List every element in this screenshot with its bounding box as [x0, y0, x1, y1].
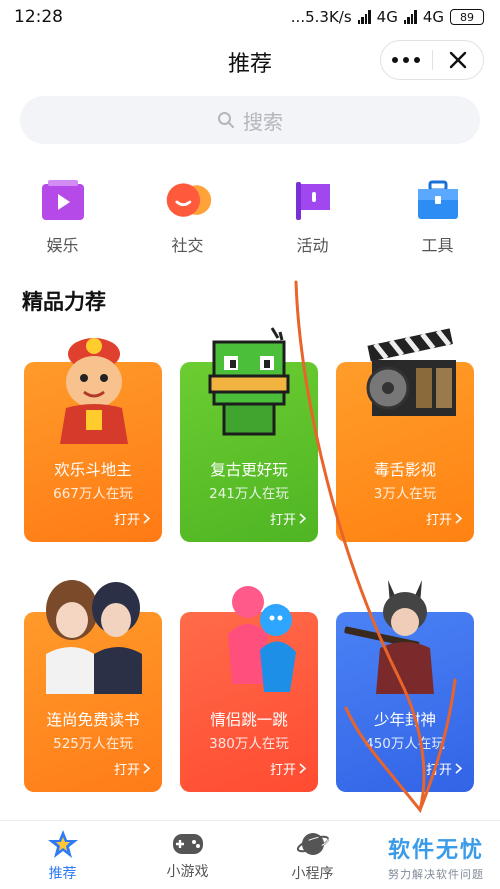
category-label: 工具 — [421, 236, 454, 255]
card-title: 欢乐斗地主 — [54, 461, 132, 479]
category-tools[interactable]: 工具 — [375, 178, 500, 256]
signal-icon — [403, 10, 417, 24]
toolbox-icon — [413, 178, 463, 224]
mini-program-card[interactable]: 连尚免费读书 525万人在玩 打开 — [24, 580, 162, 792]
section-title: 精品力荐 — [22, 290, 106, 314]
chevron-right-icon — [143, 513, 150, 524]
more-button[interactable] — [381, 41, 432, 79]
search-placeholder: 搜索 — [243, 109, 283, 134]
status-bar: 12:28 ...5.3K/s 4G 4G 89 — [0, 0, 500, 34]
card-title: 情侣跳一跳 — [210, 711, 288, 729]
open-label: 打开 — [269, 513, 296, 528]
card-players: 380万人在玩 — [209, 736, 289, 752]
tab-label: 推荐 — [48, 866, 77, 882]
card-players: 241万人在玩 — [209, 486, 289, 502]
tab-mini-games[interactable]: 小游戏 — [125, 821, 250, 889]
category-label: 活动 — [296, 236, 329, 255]
mini-program-card[interactable]: 毒舌影视 3万人在玩 打开 — [336, 328, 474, 542]
search-icon — [218, 112, 234, 128]
mini-program-card[interactable]: 情侣跳一跳 380万人在玩 打开 — [180, 586, 318, 792]
open-button[interactable]: 打开 — [270, 759, 306, 778]
category-social[interactable]: 社交 — [125, 178, 250, 256]
network-speed: ...5.3K/s — [290, 8, 352, 26]
chevron-right-icon — [455, 763, 462, 774]
category-label: 社交 — [171, 236, 204, 255]
tab-mini-programs[interactable]: 小程序 — [250, 821, 375, 889]
anime-couple-image — [46, 580, 142, 694]
card-title: 少年封神 — [373, 711, 436, 729]
category-label: 娱乐 — [46, 236, 79, 255]
star-icon — [47, 830, 78, 858]
flag-icon — [288, 178, 338, 224]
capsule-menu — [380, 40, 484, 80]
chat-bubble-icon — [163, 178, 213, 224]
card-title: 毒舌影视 — [373, 461, 436, 479]
status-indicators: ...5.3K/s 4G 4G 89 — [291, 8, 484, 26]
more-dot — [414, 57, 421, 63]
soldier-character-image — [344, 580, 434, 694]
signal-icon — [357, 10, 371, 24]
open-label: 打开 — [425, 763, 452, 778]
battery-icon: 89 — [450, 9, 484, 25]
card-players: 667万人在玩 — [53, 486, 133, 502]
open-button[interactable]: 打开 — [270, 509, 306, 528]
watermark-logo: 软件无忧 努力解决软件问题 — [388, 832, 484, 882]
planet-icon — [296, 833, 329, 855]
film-clapper-image — [366, 328, 456, 416]
chevron-right-icon — [299, 513, 306, 524]
pixel-duck-image — [208, 327, 290, 436]
watermark-sub: 努力解决软件问题 — [388, 868, 484, 881]
mini-program-card[interactable]: 少年封神 450万人在玩 打开 — [336, 580, 474, 792]
jelly-figures-image — [228, 586, 296, 692]
gamepad-icon — [172, 834, 203, 854]
play-icon — [38, 178, 88, 224]
open-button[interactable]: 打开 — [426, 509, 462, 528]
close-button[interactable] — [433, 41, 484, 79]
page: 12:28 ...5.3K/s 4G 4G 89 推荐 搜索 娱乐 社交 活动 … — [0, 0, 500, 889]
title-bar: 推荐 — [0, 38, 500, 84]
card-players: 525万人在玩 — [53, 736, 133, 752]
card-players: 3万人在玩 — [373, 486, 437, 502]
open-label: 打开 — [425, 513, 452, 528]
battery-level: 89 — [460, 10, 474, 24]
chevron-right-icon — [455, 513, 462, 524]
card-players: 450万人在玩 — [365, 736, 445, 752]
open-label: 打开 — [113, 513, 140, 528]
tab-recommend[interactable]: 推荐 — [0, 821, 125, 889]
card-title: 复古更好玩 — [210, 461, 288, 479]
status-time: 12:28 — [14, 7, 63, 27]
category-entertainment[interactable]: 娱乐 — [0, 178, 125, 256]
watermark-main: 软件无忧 — [387, 838, 484, 863]
network-type-1: 4G — [376, 8, 398, 26]
chevron-right-icon — [299, 763, 306, 774]
open-button[interactable]: 打开 — [114, 509, 150, 528]
more-dot — [392, 57, 399, 63]
open-button[interactable]: 打开 — [114, 759, 150, 778]
card-title: 连尚免费读书 — [46, 711, 140, 729]
open-label: 打开 — [113, 763, 140, 778]
more-dot — [403, 57, 410, 63]
network-type-2: 4G — [422, 8, 444, 26]
mini-program-card[interactable]: 复古更好玩 241万人在玩 打开 — [180, 327, 318, 542]
category-row: 娱乐 社交 活动 工具 — [0, 178, 500, 256]
chevron-right-icon — [143, 763, 150, 774]
tab-label: 小游戏 — [166, 864, 209, 880]
close-icon — [449, 51, 466, 69]
search-input[interactable]: 搜索 — [20, 96, 480, 144]
mini-program-card[interactable]: 欢乐斗地主 667万人在玩 打开 — [24, 338, 162, 542]
tab-label: 小程序 — [291, 866, 334, 882]
cartoon-character-image — [60, 338, 128, 444]
category-events[interactable]: 活动 — [250, 178, 375, 256]
open-button[interactable]: 打开 — [426, 759, 462, 778]
open-label: 打开 — [269, 763, 296, 778]
